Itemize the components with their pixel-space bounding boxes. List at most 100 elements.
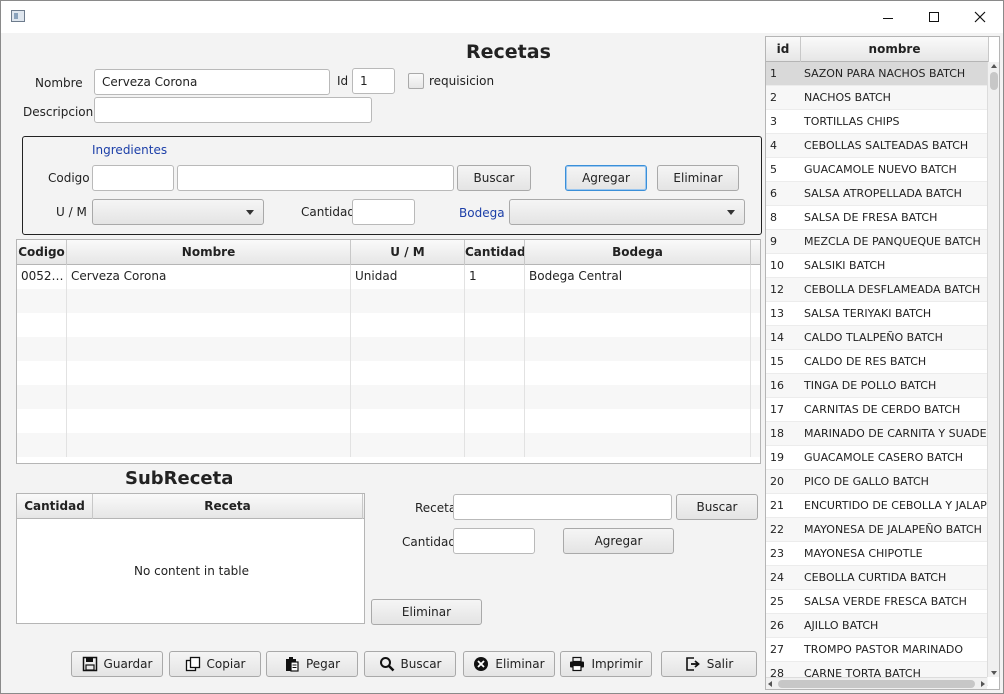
list-item-nombre: CALDO DE RES BATCH [804, 355, 927, 368]
nombre-field[interactable]: Cerveza Corona [94, 69, 330, 95]
window-icon [11, 10, 25, 22]
minimize-button[interactable] [865, 1, 911, 33]
eliminar-subreceta-button[interactable]: Eliminar [371, 599, 482, 625]
list-item[interactable]: 8 SALSA DE FRESA BATCH [766, 206, 988, 230]
list-item[interactable]: 23 MAYONESA CHIPOTLE [766, 542, 988, 566]
list-item[interactable]: 24 CEBOLLA CURTIDA BATCH [766, 566, 988, 590]
imprimir-button[interactable]: Imprimir [560, 651, 652, 677]
id-field[interactable]: 1 [352, 68, 395, 94]
list-item-nombre: GUACAMOLE CASERO BATCH [804, 451, 964, 464]
column-header[interactable]: Codigo [17, 240, 67, 265]
requisicion-checkbox[interactable] [408, 73, 424, 89]
list-item[interactable]: 16 TINGA DE POLLO BATCH [766, 374, 988, 398]
list-item-id: 21 [770, 499, 784, 512]
scroll-thumb[interactable] [990, 72, 998, 90]
list-item[interactable]: 26 AJILLO BATCH [766, 614, 988, 638]
chevron-down-icon [246, 210, 254, 215]
bodega-select[interactable] [509, 199, 745, 225]
eliminar-button[interactable]: Eliminar [463, 651, 555, 677]
vertical-scrollbar[interactable] [987, 62, 999, 677]
list-item-id: 10 [770, 259, 784, 272]
scroll-right-icon[interactable] [981, 681, 985, 687]
receta-field[interactable] [453, 494, 672, 520]
list-item[interactable]: 1 SAZON PARA NACHOS BATCH [766, 62, 988, 86]
list-item[interactable]: 6 SALSA ATROPELLADA BATCH [766, 182, 988, 206]
copiar-button[interactable]: Copiar [169, 651, 261, 677]
list-item-id: 18 [770, 427, 784, 440]
scroll-thumb[interactable] [778, 680, 975, 688]
list-item[interactable]: 21 ENCURTIDO DE CEBOLLA Y JALAPEÑO [766, 494, 988, 518]
ingredientes-title: Ingredientes [92, 143, 168, 157]
list-item[interactable]: 5 GUACAMOLE NUEVO BATCH [766, 158, 988, 182]
list-item[interactable]: 10 SALSIKI BATCH [766, 254, 988, 278]
cantidad-field[interactable] [352, 199, 415, 225]
eliminar-ingrediente-button[interactable]: Eliminar [657, 165, 739, 191]
maximize-icon [929, 12, 939, 22]
column-header[interactable]: nombre [801, 37, 989, 62]
list-item[interactable]: 18 MARINADO DE CARNITA Y SUADERO [766, 422, 988, 446]
codigo-field[interactable] [92, 165, 174, 191]
list-item-id: 1 [770, 67, 777, 80]
column-header[interactable]: Cantidad [465, 240, 525, 265]
list-item[interactable]: 12 CEBOLLA DESFLAMEADA BATCH [766, 278, 988, 302]
buscar-button[interactable]: Buscar [364, 651, 456, 677]
agregar-subreceta-button[interactable]: Agregar [563, 528, 674, 554]
list-item[interactable]: 27 TROMPO PASTOR MARINADO [766, 638, 988, 662]
close-button[interactable] [957, 1, 1003, 33]
column-header[interactable]: U / M [351, 240, 465, 265]
remove-circle-icon [474, 657, 489, 671]
ingrediente-nombre-field[interactable] [177, 165, 454, 191]
horizontal-scrollbar[interactable] [766, 677, 987, 689]
table-row[interactable]: 00523... Cerveza Corona Unidad 1 Bodega … [17, 265, 760, 289]
list-item[interactable]: 17 CARNITAS DE CERDO BATCH [766, 398, 988, 422]
subreceta-cantidad-field[interactable] [453, 528, 535, 554]
subreceta-table[interactable]: Cantidad Receta No content in table [16, 493, 365, 624]
list-item-nombre: MARINADO DE CARNITA Y SUADERO [804, 427, 988, 440]
maximize-button[interactable] [911, 1, 957, 33]
list-item[interactable]: 22 MAYONESA DE JALAPEÑO BATCH [766, 518, 988, 542]
list-item-nombre: MAYONESA CHIPOTLE [804, 547, 923, 560]
column-header[interactable]: Cantidad [17, 494, 93, 519]
list-item[interactable]: 19 GUACAMOLE CASERO BATCH [766, 446, 988, 470]
list-item-id: 8 [770, 211, 777, 224]
list-item[interactable]: 2 NACHOS BATCH [766, 86, 988, 110]
imprimir-label: Imprimir [591, 657, 643, 671]
um-select[interactable] [92, 199, 264, 225]
table-cell: 1 [465, 265, 525, 289]
list-item[interactable]: 3 TORTILLAS CHIPS [766, 110, 988, 134]
floppy-disk-icon [82, 656, 97, 672]
scroll-down-icon[interactable] [991, 671, 997, 675]
scroll-left-icon[interactable] [768, 681, 772, 687]
clipboard-icon [285, 657, 299, 672]
list-item[interactable]: 25 SALSA VERDE FRESCA BATCH [766, 590, 988, 614]
column-header-filler [751, 240, 760, 265]
buscar-ingrediente-button[interactable]: Buscar [457, 165, 531, 191]
salir-button[interactable]: Salir [661, 651, 757, 677]
list-item[interactable]: 15 CALDO DE RES BATCH [766, 350, 988, 374]
guardar-button[interactable]: Guardar [71, 651, 163, 677]
list-item[interactable]: 4 CEBOLLAS SALTEADAS BATCH [766, 134, 988, 158]
table-row-empty [17, 385, 760, 409]
pegar-button[interactable]: Pegar [266, 651, 358, 677]
column-header[interactable]: Nombre [67, 240, 351, 265]
column-header[interactable]: id [766, 37, 801, 62]
list-item[interactable]: 9 MEZCLA DE PANQUEQUE BATCH [766, 230, 988, 254]
list-item-id: 14 [770, 331, 784, 344]
table-row-empty [17, 433, 760, 457]
descripcion-field[interactable] [94, 97, 372, 123]
column-header[interactable]: Receta [93, 494, 363, 519]
agregar-ingrediente-button[interactable]: Agregar [565, 165, 647, 191]
list-item-id: 22 [770, 523, 784, 536]
scroll-up-icon[interactable] [991, 64, 997, 68]
list-item[interactable]: 14 CALDO TLALPEÑO BATCH [766, 326, 988, 350]
list-item-nombre: SALSA VERDE FRESCA BATCH [804, 595, 967, 608]
recetas-list-table[interactable]: id nombre 1 SAZON PARA NACHOS BATCH 2 NACHO… [765, 36, 1000, 690]
descripcion-label: Descripcion [23, 105, 94, 119]
list-item-nombre: SALSA ATROPELLADA BATCH [804, 187, 962, 200]
buscar-receta-button[interactable]: Buscar [676, 494, 758, 520]
ingredientes-table[interactable]: Codigo Nombre U / M Cantidad Bodega 0052… [16, 239, 761, 464]
ingredientes-table-header: Codigo Nombre U / M Cantidad Bodega [17, 240, 760, 265]
list-item[interactable]: 20 PICO DE GALLO BATCH [766, 470, 988, 494]
list-item[interactable]: 13 SALSA TERIYAKI BATCH [766, 302, 988, 326]
column-header[interactable]: Bodega [525, 240, 751, 265]
